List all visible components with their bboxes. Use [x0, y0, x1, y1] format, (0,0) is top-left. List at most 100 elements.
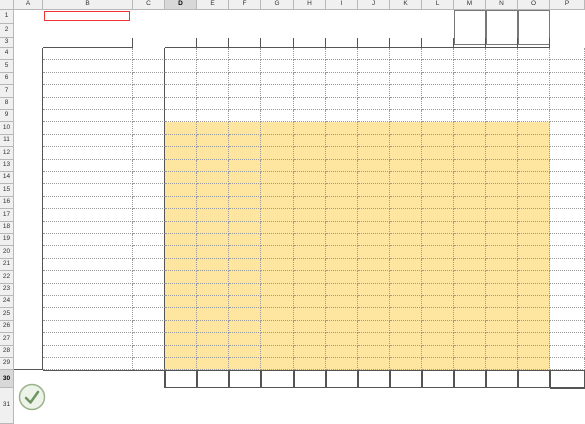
salary-value[interactable] — [229, 110, 261, 122]
salary-value[interactable] — [518, 135, 550, 147]
grid-cell[interactable] — [261, 234, 294, 247]
salary-value[interactable] — [294, 85, 326, 97]
grid-cell[interactable] — [454, 172, 486, 185]
salary-value[interactable] — [486, 135, 518, 147]
salary-value[interactable] — [422, 110, 454, 122]
row-header-2[interactable]: 2 — [0, 24, 14, 38]
grid-cell[interactable] — [454, 345, 486, 358]
grid-cell[interactable] — [358, 159, 390, 172]
grid-cell[interactable] — [454, 296, 486, 309]
grid-cell[interactable] — [261, 209, 294, 222]
row-header-9[interactable]: 9 — [0, 110, 14, 123]
grid-cell[interactable] — [550, 172, 585, 185]
column-header-h[interactable]: H — [294, 0, 326, 10]
salary-value[interactable] — [422, 122, 454, 134]
row-header-5[interactable]: 5 — [0, 60, 14, 73]
grid-cell[interactable] — [486, 358, 518, 371]
grid-cell[interactable] — [390, 258, 422, 272]
grid-cell[interactable] — [197, 209, 229, 222]
grid-cell[interactable] — [422, 358, 454, 371]
grid-cell[interactable] — [358, 283, 390, 296]
salary-value[interactable] — [390, 60, 422, 72]
grid-cell[interactable] — [358, 184, 390, 197]
salary-value[interactable] — [454, 110, 486, 122]
column-header-n[interactable]: N — [486, 0, 518, 10]
grid-cell[interactable] — [518, 333, 550, 346]
salary-value[interactable] — [454, 122, 486, 134]
salary-value[interactable] — [390, 73, 422, 85]
grid-cell[interactable] — [197, 258, 229, 272]
grid-cell[interactable] — [422, 196, 454, 210]
salary-value[interactable] — [518, 73, 550, 85]
month-total[interactable] — [422, 370, 454, 389]
grid-cell[interactable] — [550, 345, 585, 358]
salary-value[interactable] — [326, 122, 358, 134]
month-total[interactable] — [358, 370, 390, 389]
row-header-14[interactable]: 14 — [0, 172, 14, 185]
month-total[interactable] — [229, 370, 261, 389]
grid-cell[interactable] — [165, 258, 197, 272]
grid-cell[interactable] — [486, 333, 518, 346]
row-header-23[interactable]: 23 — [0, 283, 14, 296]
grid-cell[interactable] — [422, 48, 454, 61]
grid-cell[interactable] — [518, 246, 550, 259]
grid-cell[interactable] — [550, 283, 585, 296]
grid-cell[interactable] — [550, 196, 585, 210]
salary-value[interactable] — [486, 98, 518, 110]
grid-cell[interactable] — [518, 308, 550, 321]
grid-cell[interactable] — [43, 48, 133, 61]
salary-value[interactable] — [294, 60, 326, 72]
column-header-a[interactable]: A — [14, 0, 43, 10]
column-header-d[interactable]: D — [165, 0, 197, 10]
grid-cell[interactable] — [165, 333, 197, 346]
grid-cell[interactable] — [550, 271, 585, 284]
grid-cell[interactable] — [165, 358, 197, 371]
salary-value[interactable] — [326, 85, 358, 97]
grid-cell[interactable] — [133, 196, 165, 210]
grid-cell[interactable] — [422, 147, 454, 160]
grid-cell[interactable] — [326, 258, 358, 272]
grid-cell[interactable] — [422, 159, 454, 172]
salary-value[interactable] — [165, 73, 197, 85]
salary-value[interactable] — [358, 122, 390, 134]
column-header-o[interactable]: O — [518, 0, 550, 10]
grid-cell[interactable] — [133, 296, 165, 309]
salary-value[interactable] — [294, 135, 326, 147]
salary-value[interactable] — [261, 110, 294, 122]
grid-cell[interactable] — [261, 358, 294, 371]
grid-cell[interactable] — [165, 196, 197, 210]
grid-cell[interactable] — [454, 271, 486, 284]
grid-cell[interactable] — [550, 184, 585, 197]
salary-value[interactable] — [165, 122, 197, 134]
grid-cell[interactable] — [229, 258, 261, 272]
month-total[interactable] — [390, 370, 422, 389]
grid-cell[interactable] — [229, 48, 261, 61]
grid-cell[interactable] — [550, 221, 585, 234]
grid-cell[interactable] — [422, 333, 454, 346]
grid-cell[interactable] — [261, 258, 294, 272]
column-header-m[interactable]: M — [454, 0, 486, 10]
grid-cell[interactable] — [390, 333, 422, 346]
salary-value[interactable] — [261, 135, 294, 147]
salary-value[interactable] — [358, 73, 390, 85]
salary-value[interactable] — [454, 98, 486, 110]
salary-value[interactable] — [261, 60, 294, 72]
salary-value[interactable] — [518, 85, 550, 97]
salary-value[interactable] — [326, 73, 358, 85]
grid-cell[interactable] — [454, 159, 486, 172]
month-total[interactable] — [197, 370, 229, 389]
column-header-i[interactable]: I — [326, 0, 358, 10]
salary-value[interactable] — [454, 60, 486, 72]
salary-value[interactable] — [422, 135, 454, 147]
grid-cell[interactable] — [326, 333, 358, 346]
grid-cell[interactable] — [454, 333, 486, 346]
grid-cell[interactable] — [133, 258, 165, 272]
row-header-18[interactable]: 18 — [0, 221, 14, 234]
salary-value[interactable] — [454, 73, 486, 85]
salary-value[interactable] — [229, 122, 261, 134]
spreadsheet[interactable]: A B C D E F G H I J K L M N O P 1 2 3 4 5 6 7 8 9 10 11 12 13 14 15 16 1… — [0, 0, 585, 424]
row-header-25[interactable]: 25 — [0, 308, 14, 321]
grid-cell[interactable] — [197, 184, 229, 197]
grid-cell[interactable] — [518, 159, 550, 172]
salary-value[interactable] — [294, 73, 326, 85]
